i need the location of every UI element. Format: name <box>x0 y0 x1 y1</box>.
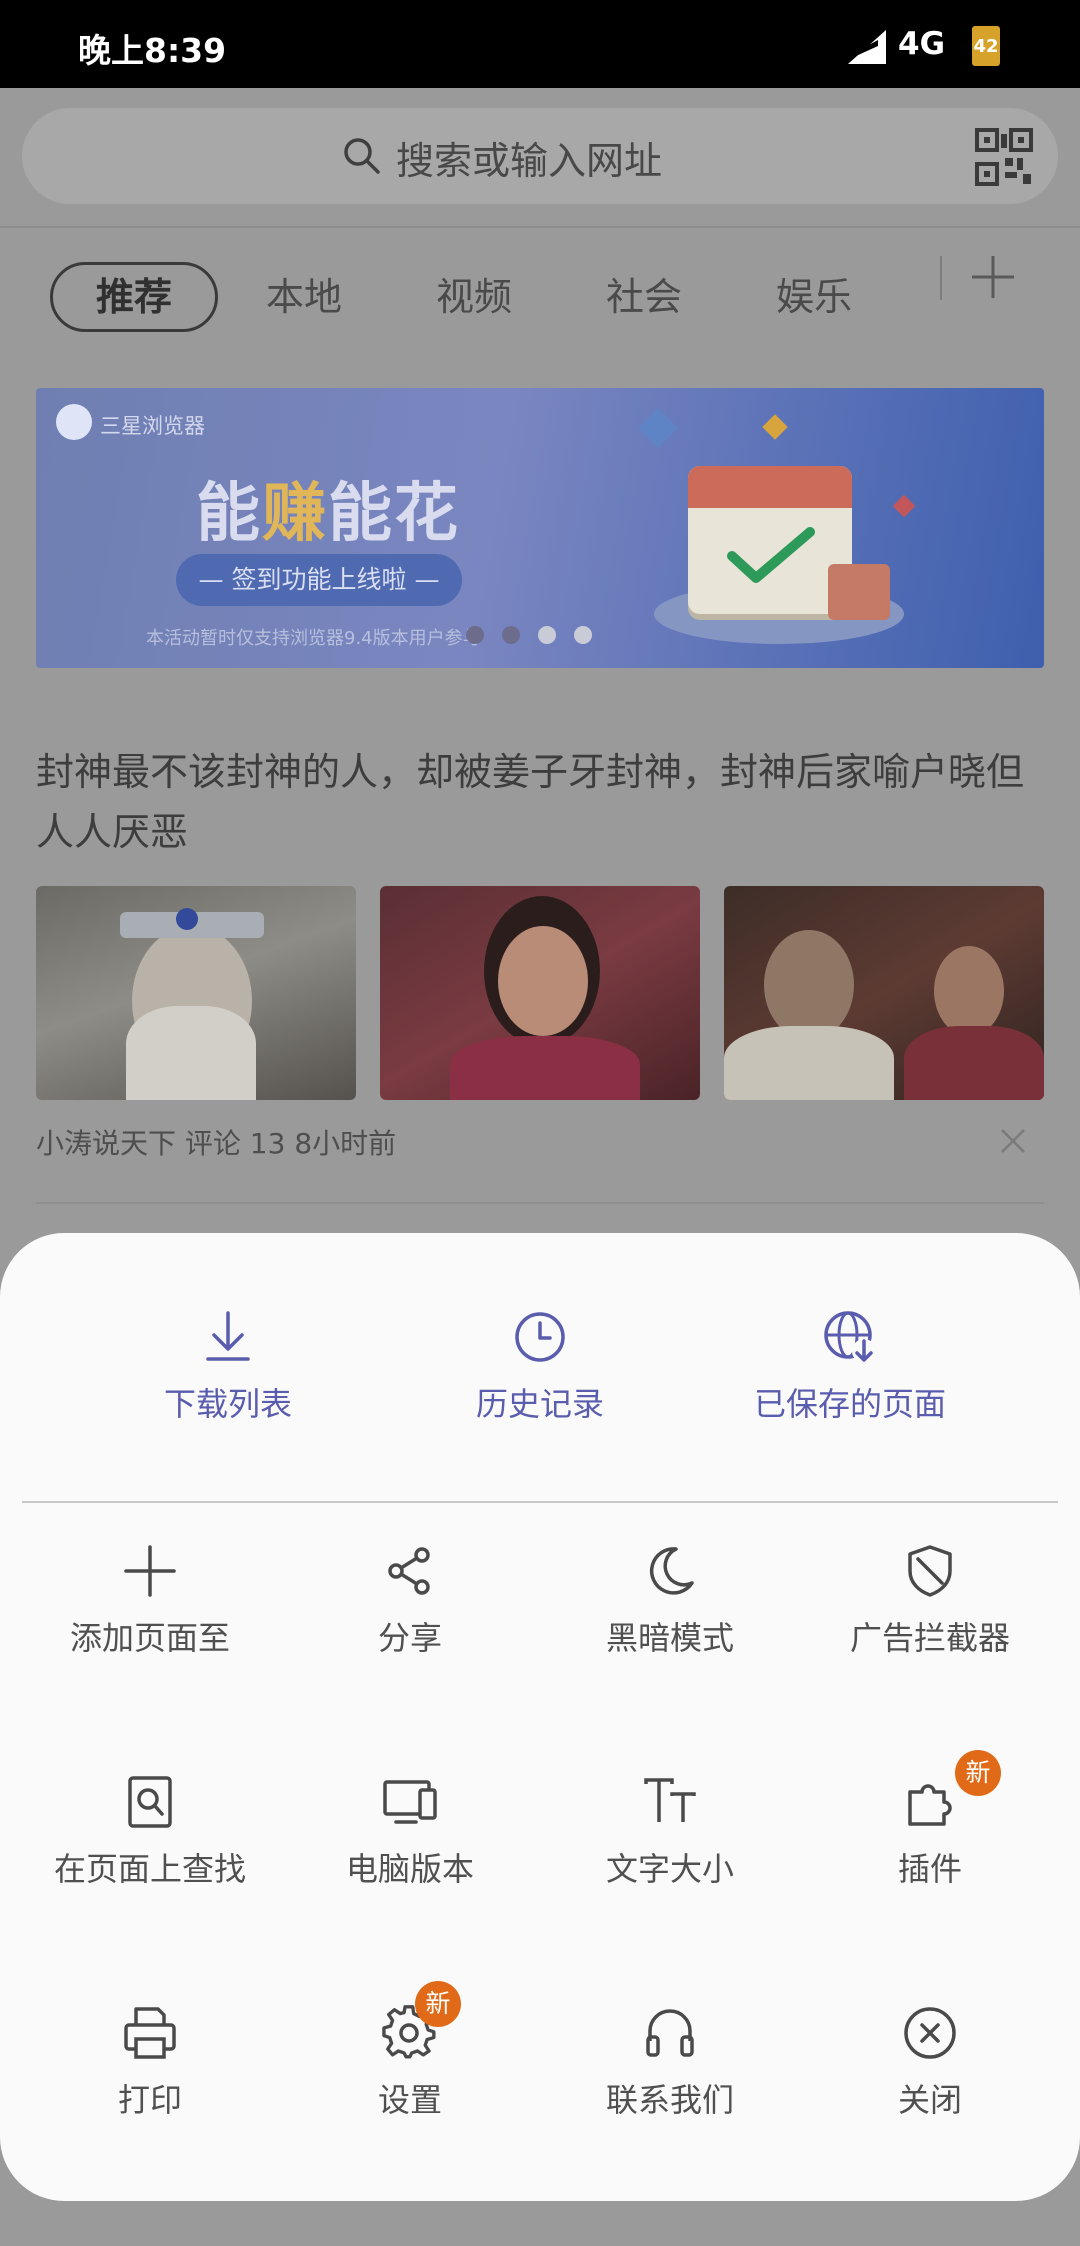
tab-entertainment[interactable]: 娱乐 <box>776 262 852 332</box>
menu-label: 下载列表 <box>163 1385 292 1423</box>
search-icon <box>344 138 380 174</box>
browser-logo <box>56 404 92 440</box>
tab-video[interactable]: 视频 <box>436 262 512 332</box>
menu-item-settings[interactable]: 设置 新 <box>275 1981 545 2121</box>
menu-label: 分享 <box>377 1619 442 1657</box>
carousel-dot <box>538 626 556 644</box>
menu-label: 电脑版本 <box>345 1850 474 1888</box>
tab-society[interactable]: 社会 <box>606 262 682 332</box>
new-badge: 新 <box>415 1981 461 2027</box>
puzzle-icon <box>908 1784 952 1826</box>
dismiss-icon[interactable] <box>1000 1128 1026 1154</box>
desktop-icon <box>383 1780 437 1824</box>
menu-label: 联系我们 <box>605 2081 734 2119</box>
close-circle-icon <box>904 2007 956 2059</box>
article-image[interactable] <box>380 886 700 1100</box>
menu-label: 已保存的页面 <box>753 1385 946 1423</box>
menu-label: 插件 <box>897 1850 962 1888</box>
print-icon <box>124 2007 176 2059</box>
menu-item-desktop-version[interactable]: 电脑版本 <box>275 1774 545 1890</box>
tab-local[interactable]: 本地 <box>266 262 342 332</box>
gem-illustration <box>638 408 678 448</box>
status-bar: 晚上8:39 4G 42 <box>0 0 1080 88</box>
plus-icon <box>124 1545 176 1597</box>
headset-icon <box>646 2009 694 2057</box>
banner-note: 本活动暂时仅支持浏览器9.4版本用户参与 <box>146 628 481 649</box>
menu-item-history[interactable]: 历史记录 <box>405 1309 675 1425</box>
menu-item-find-in-page[interactable]: 在页面上查找 <box>15 1774 285 1890</box>
menu-item-downloads[interactable]: 下载列表 <box>93 1309 363 1425</box>
article-image[interactable] <box>724 886 1044 1100</box>
menu-item-close[interactable]: 关闭 <box>795 2005 1065 2121</box>
signal-icon <box>848 30 886 64</box>
menu-item-saved-pages[interactable]: 已保存的页面 <box>715 1309 985 1425</box>
menu-label: 关闭 <box>897 2081 962 2119</box>
qr-code-icon[interactable] <box>975 128 1033 186</box>
history-icon <box>515 1312 565 1362</box>
find-in-page-icon <box>128 1776 172 1828</box>
menu-label: 文字大小 <box>605 1850 734 1888</box>
article-meta: 小涛说天下 评论 13 8小时前 <box>36 1127 397 1160</box>
menu-item-print[interactable]: 打印 <box>15 2005 285 2121</box>
gem-illustration <box>762 414 788 440</box>
article-title[interactable]: 封神最不该封神的人，却被姜子牙封神，封神后家喻户晓但人人厌恶 <box>36 742 1046 862</box>
menu-label: 黑暗模式 <box>605 1619 734 1657</box>
menu-label: 在页面上查找 <box>53 1850 246 1888</box>
status-time: 晚上8:39 <box>78 31 227 70</box>
moon-icon <box>649 1547 694 1595</box>
article-image[interactable] <box>36 886 356 1100</box>
feed-divider <box>36 1202 1044 1204</box>
menu-label: 设置 <box>377 2081 442 2119</box>
menu-label: 历史记录 <box>475 1385 604 1423</box>
carousel-dot <box>502 626 520 644</box>
saved-pages-icon <box>824 1311 876 1363</box>
menu-label: 打印 <box>117 2081 182 2119</box>
carousel-dot <box>574 626 592 644</box>
menu-item-dark-mode[interactable]: 黑暗模式 <box>535 1543 805 1659</box>
banner-headline: 能赚能花 <box>196 477 460 551</box>
banner-pill: — 签到功能上线啦 — <box>176 554 462 606</box>
promo-banner[interactable]: 三星浏览器 能赚能花 — 签到功能上线啦 — 本活动暂时仅支持浏览器9.4版本用… <box>36 388 1044 668</box>
category-tabs: 推荐 本地 视频 社会 娱乐 <box>0 226 1080 332</box>
menu-item-add-page-to[interactable]: 添加页面至 <box>15 1543 285 1659</box>
shield-icon <box>908 1545 952 1597</box>
menu-item-ad-blocker[interactable]: 广告拦截器 <box>795 1543 1065 1659</box>
menu-item-contact-us[interactable]: 联系我们 <box>535 2005 805 2121</box>
menu-item-plugins[interactable]: 插件 新 <box>795 1750 1065 1890</box>
more-menu-sheet: 下载列表 历史记录 已保存的页面 添加页面至 分享 黑暗模式 广告拦截器 在页面… <box>0 1233 1080 2201</box>
menu-item-share[interactable]: 分享 <box>275 1543 545 1659</box>
network-type: 4G <box>898 26 946 62</box>
menu-item-text-size[interactable]: 文字大小 <box>535 1774 805 1890</box>
search-placeholder: 搜索或输入网址 <box>396 139 663 183</box>
download-icon <box>206 1311 250 1361</box>
menu-divider <box>22 1501 1058 1503</box>
add-tab-icon[interactable] <box>970 254 1016 300</box>
battery-level: 42 <box>973 36 999 57</box>
menu-label: 添加页面至 <box>69 1619 230 1657</box>
new-badge: 新 <box>955 1750 1001 1796</box>
banner-brand: 三星浏览器 <box>100 414 205 438</box>
text-size-icon <box>644 1778 696 1822</box>
tabs-divider <box>940 256 942 300</box>
carousel-dot <box>466 626 484 644</box>
share-icon <box>388 1547 430 1595</box>
tab-recommend[interactable]: 推荐 <box>50 262 218 332</box>
menu-label: 广告拦截器 <box>849 1619 1010 1657</box>
search-bar[interactable]: 搜索或输入网址 <box>22 108 1058 204</box>
gift-illustration <box>828 564 890 620</box>
gem-illustration <box>892 494 916 518</box>
battery-icon: 42 <box>972 26 1000 66</box>
